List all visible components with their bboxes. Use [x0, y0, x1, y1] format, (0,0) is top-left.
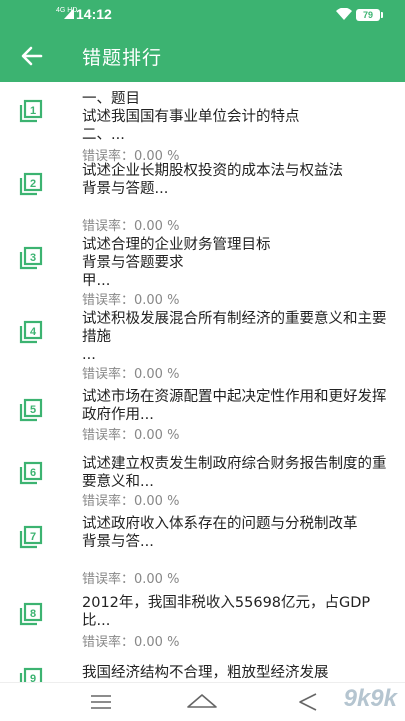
question-number-icon: 4 — [19, 320, 43, 344]
question-text: 试述积极发展混合所有制经济的重要意义和主要措施 ... — [82, 311, 387, 363]
question-text: 试述建立权责发生制政府综合财务报告制度的重要意义和... — [82, 456, 387, 490]
home-icon[interactable] — [186, 691, 218, 711]
question-number-icon: 7 — [19, 525, 43, 549]
list-item[interactable]: 6 试述建立权责发生制政府综合财务报告制度的重要意义和... 错误率：0.00 … — [0, 455, 405, 511]
error-rate: 错误率：0.00 % — [82, 494, 180, 509]
question-number: 6 — [30, 467, 36, 479]
question-text: 我国经济结构不合理，粗放型经济发展 — [82, 665, 329, 681]
list-item[interactable]: 2 试述企业长期股权投资的成本法与权益法 背景与答题... 错误率：0.00 % — [0, 162, 405, 234]
question-text: 试述合理的企业财务管理目标 背景与答题要求 甲... — [82, 237, 271, 289]
question-number: 3 — [30, 252, 36, 264]
list-item[interactable]: 1 一、题目 试述我国国有事业单位会计的特点 二、... 错误率：0.00 % — [0, 90, 405, 164]
error-rate: 错误率：0.00 % — [82, 635, 180, 650]
question-number-icon: 9 — [19, 667, 43, 682]
page-title: 错题排行 — [82, 47, 163, 69]
question-number-icon: 6 — [19, 461, 43, 485]
question-text: 试述政府收入体系存在的问题与分税制改革 背景与答... — [82, 516, 358, 550]
list-item[interactable]: 3 试述合理的企业财务管理目标 背景与答题要求 甲... 错误率：0.00 % — [0, 236, 405, 308]
question-number-icon: 5 — [19, 398, 43, 422]
question-number: 2 — [30, 178, 36, 190]
app-toolbar: 错题排行 — [0, 30, 405, 82]
back-button[interactable] — [18, 42, 46, 70]
question-text: 2012年，我国非税收入55698亿元，占GDP比... — [82, 595, 371, 629]
error-rate: 错误率：0.00 % — [82, 572, 180, 587]
list-item[interactable]: 4 试述积极发展混合所有制经济的重要意义和主要措施 ... 错误率：0.00 % — [0, 310, 405, 382]
watermark-logo: 9k9k — [343, 685, 397, 712]
error-rate: 错误率：0.00 % — [82, 367, 180, 382]
question-number: 7 — [30, 531, 36, 543]
question-number: 8 — [30, 608, 36, 620]
question-number-icon: 3 — [19, 246, 43, 270]
list-item[interactable]: 9 我国经济结构不合理，粗放型经济发展 — [0, 664, 405, 682]
question-number: 5 — [30, 404, 36, 416]
arrow-left-icon — [21, 46, 43, 66]
back-icon[interactable] — [298, 693, 318, 711]
list-item[interactable]: 7 试述政府收入体系存在的问题与分税制改革 背景与答... 错误率：0.00 % — [0, 515, 405, 587]
system-nav-bar: 9k9k — [0, 682, 405, 721]
question-number-icon: 1 — [19, 99, 43, 123]
question-number: 4 — [30, 326, 37, 338]
list-item[interactable]: 5 试述市场在资源配置中起决定性作用和更好发挥政府作用... 错误率：0.00 … — [0, 388, 405, 448]
wrong-question-list: 1 一、题目 试述我国国有事业单位会计的特点 二、... 错误率：0.00 % … — [0, 82, 405, 682]
error-rate: 错误率：0.00 % — [82, 428, 180, 443]
question-number-icon: 8 — [19, 602, 43, 626]
question-text: 试述市场在资源配置中起决定性作用和更好发挥政府作用... — [82, 389, 387, 423]
list-item[interactable]: 8 2012年，我国非税收入55698亿元，占GDP比... 错误率：0.00 … — [0, 594, 405, 654]
question-number: 9 — [30, 673, 36, 682]
battery-indicator: 79 — [356, 9, 383, 21]
question-number: 1 — [30, 105, 36, 117]
error-rate: 错误率：0.00 % — [82, 219, 180, 234]
question-text: 试述企业长期股权投资的成本法与权益法 背景与答题... — [82, 163, 343, 197]
status-time: 14:12 — [76, 6, 112, 22]
wifi-icon — [336, 8, 352, 20]
signal-icon — [64, 8, 74, 19]
error-rate: 错误率：0.00 % — [82, 293, 180, 308]
menu-icon[interactable] — [90, 695, 112, 709]
status-bar: 4G HD 14:12 79 — [0, 0, 405, 30]
question-text: 一、题目 试述我国国有事业单位会计的特点 二、... — [82, 91, 300, 143]
question-number-icon: 2 — [19, 172, 43, 196]
